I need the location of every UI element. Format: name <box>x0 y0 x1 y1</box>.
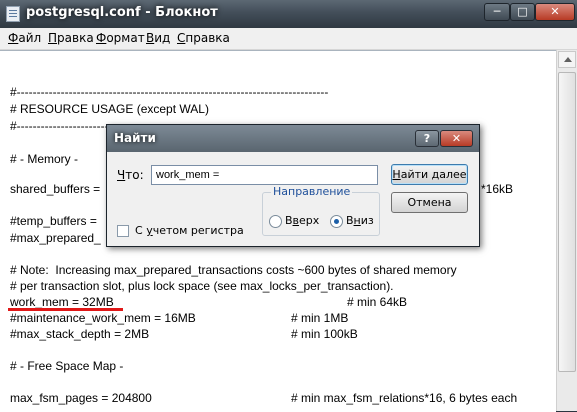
menu-edit[interactable]: Правка <box>48 31 94 45</box>
text-line: max_fsm_pages = 204800 <box>10 391 152 405</box>
text-line-comment: # min max_fsm_relations*16, 6 bytes each <box>291 391 518 405</box>
vertical-scrollbar[interactable] <box>556 50 577 411</box>
text-line-comment: # min 1MB <box>291 311 349 325</box>
text-line: # RESOURCE USAGE (except WAL) <box>10 102 209 116</box>
close-button[interactable]: ✕ <box>535 3 575 21</box>
find-input[interactable] <box>151 165 378 185</box>
match-case-checkbox[interactable] <box>117 225 129 237</box>
text-line: # per transaction slot, plus lock space … <box>10 279 394 293</box>
menu-format[interactable]: Формат <box>96 31 145 45</box>
notepad-icon <box>6 6 20 22</box>
text-line: # - Memory - <box>10 152 79 166</box>
text-line-comment: # min 100kB <box>291 327 358 341</box>
maximize-button[interactable]: □ <box>510 3 535 21</box>
direction-label: Направление <box>271 185 353 198</box>
direction-up-label[interactable]: Вверх <box>285 214 319 227</box>
scroll-up-arrow-icon[interactable] <box>558 51 576 68</box>
dialog-title: Найти <box>114 131 156 145</box>
cancel-button[interactable]: Отмена <box>391 192 468 213</box>
dialog-body: Что: Найти далее Отмена Направление Ввер… <box>107 152 479 246</box>
text-line: #maintenance_work_mem = 16MB <box>10 311 196 325</box>
dialog-title-bar[interactable]: Найти ? ✕ <box>107 125 479 152</box>
scroll-thumb[interactable] <box>558 72 576 372</box>
direction-group: Направление Вверх Вниз <box>262 185 380 236</box>
minimize-button[interactable]: ─ <box>484 3 510 21</box>
text-line: work_mem = 32MB <box>10 295 114 309</box>
menu-bar: Файл Правка Формат Вид Справка <box>0 28 577 50</box>
text-line: #temp_buffers = <box>10 214 97 228</box>
match-case-label[interactable]: С учетом регистра <box>135 224 244 237</box>
title-bar: postgresql.conf - Блокнот ─ □ ✕ <box>0 0 577 28</box>
text-line-comment: # min 64kB <box>347 295 408 309</box>
direction-down-radio[interactable] <box>330 215 343 228</box>
menu-file[interactable]: Файл <box>8 31 41 45</box>
window-title: postgresql.conf - Блокнот <box>26 5 218 20</box>
menu-help[interactable]: Справка <box>177 31 230 45</box>
text-line: shared_buffers = <box>10 182 101 196</box>
text-line: #---------------------------------------… <box>10 85 329 99</box>
dialog-close-button[interactable]: ✕ <box>440 130 473 147</box>
text-line-comment: *16kB <box>481 182 514 196</box>
direction-up-radio[interactable] <box>269 215 282 228</box>
find-label: Что: <box>117 168 144 182</box>
dialog-help-button[interactable]: ? <box>415 130 439 147</box>
text-line: #max_stack_depth = 2MB <box>10 327 150 341</box>
direction-down-label[interactable]: Вниз <box>346 214 374 227</box>
find-next-button[interactable]: Найти далее <box>391 164 468 185</box>
menu-view[interactable]: Вид <box>146 31 170 45</box>
text-line: # Note: Increasing max_prepared_transact… <box>10 263 457 277</box>
text-line: #max_prepared_ <box>10 231 101 245</box>
find-dialog: Найти ? ✕ Что: Найти далее Отмена Направ… <box>106 124 480 247</box>
text-line: # - Free Space Map - <box>10 359 124 373</box>
